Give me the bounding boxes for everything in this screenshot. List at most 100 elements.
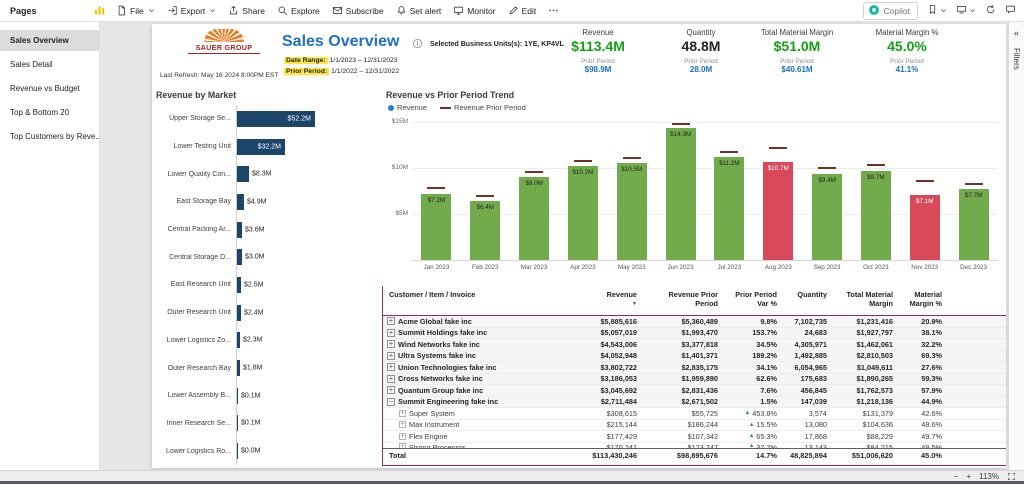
market-revenue-bar[interactable] — [237, 332, 240, 349]
sidebar-item-top-customers-by-reve[interactable]: Top Customers by Reve... — [0, 126, 99, 147]
fit-to-page-icon[interactable] — [1007, 472, 1016, 481]
date-range-line: Date Range: 1/1/2023 – 12/31/2023 — [284, 57, 398, 64]
market-revenue-bar[interactable] — [237, 221, 242, 238]
table-row-super-system[interactable]: + Super System $308,615 $55,725 ▲ 453.8% 3,574… — [383, 408, 1006, 420]
market-revenue-bar[interactable] — [237, 276, 241, 293]
menu-share[interactable]: Share — [222, 2, 271, 19]
table-row-union-technologies-fake-inc[interactable]: + Union Technologies fake inc $3,802,722 $2… — [383, 362, 1006, 374]
market-revenue-bar[interactable] — [237, 387, 238, 404]
menu-export[interactable]: Export — [161, 2, 223, 19]
market-revenue-bar[interactable] — [237, 304, 241, 321]
menu-subscribe[interactable]: Subscribe — [326, 2, 390, 19]
x-axis-label: Aug 2023 — [764, 264, 792, 271]
revenue-column[interactable] — [567, 166, 598, 260]
column-data-label: $9.0M — [525, 180, 543, 187]
gridline — [412, 168, 998, 169]
expand-icon[interactable]: + — [387, 386, 395, 395]
bookmark-button[interactable] — [927, 2, 947, 20]
view-button[interactable] — [956, 2, 976, 20]
column-header-revenue[interactable]: Revenue — [587, 290, 637, 299]
more-options-button[interactable] — [542, 2, 565, 19]
info-icon[interactable] — [412, 38, 423, 49]
market-revenue-bar[interactable] — [237, 193, 244, 210]
revenue-column[interactable] — [763, 162, 794, 260]
kpi-quantity: Quantity 48.8M Prior Period 28.0M — [653, 28, 749, 74]
cell-material-margin-pct: 38.1% — [921, 328, 942, 338]
refresh-button[interactable] — [985, 2, 996, 20]
menu-monitor[interactable]: Monitor — [447, 2, 501, 19]
table-row-wind-networks-fake-inc[interactable]: + Wind Networks fake inc $4,543,006 $3,377,… — [383, 339, 1006, 351]
sidebar-item-sales-overview[interactable]: Sales Overview — [0, 30, 99, 51]
table-row-cross-networks-fake-inc[interactable]: + Cross Networks fake inc $3,186,053 $1,959… — [383, 373, 1006, 385]
menu-label: Export — [180, 5, 206, 16]
row-name: Union Technologies fake inc — [398, 362, 497, 372]
column-header-material-margin[interactable]: Material Margin % — [894, 290, 942, 308]
market-row: Upper Storage Se... $52.2M — [152, 105, 380, 133]
table-row-flex-engine[interactable]: + Flex Engine $177,429 $107,342 ▲ 65.3% 17,868… — [383, 431, 1006, 443]
cell-total-material-margin: $84,215 — [866, 442, 893, 449]
kpi-prior-label: Prior Period — [780, 58, 814, 65]
market-category-label: Central Packing Ar... — [167, 226, 231, 234]
cell-revenue-prior: $123,747 — [687, 442, 718, 449]
table-row-quantum-group-fake-inc[interactable]: + Quantum Group fake inc $3,045,692 $2,831,… — [383, 385, 1006, 397]
expand-icon[interactable]: + — [399, 432, 406, 440]
market-revenue-bar[interactable] — [237, 443, 238, 460]
column-header-total-material-margin[interactable]: Total Material Margin — [835, 290, 894, 308]
menu-file[interactable]: File — [110, 2, 161, 19]
column-header-quantity[interactable]: Quantity — [783, 290, 827, 299]
column-header-customer-item-invoice[interactable]: Customer / Item / Invoice — [389, 290, 475, 299]
sidebar-item-top-bottom-20[interactable]: Top & Bottom 20 — [0, 102, 99, 123]
expand-icon[interactable]: + — [387, 363, 395, 372]
collapse-icon[interactable]: − — [387, 397, 395, 406]
copilot-button[interactable]: Copilot — [862, 1, 918, 20]
revenue-column[interactable] — [812, 174, 843, 260]
expand-icon[interactable]: + — [387, 317, 395, 326]
zoom-in-button[interactable]: + — [966, 472, 971, 481]
revenue-column[interactable] — [714, 157, 745, 260]
menu-edit[interactable]: Edit — [502, 2, 543, 19]
zoom-level[interactable]: 113% — [979, 472, 999, 481]
filters-pane-label: Filters — [1012, 48, 1021, 70]
x-axis-label: Jan 2023 — [423, 264, 450, 271]
table-row-acme-global-fake-inc[interactable]: + Acme Global fake inc $5,885,616 $5,360,48… — [383, 316, 1006, 328]
revenue-column[interactable] — [616, 163, 647, 260]
sidebar-item-sales-detail[interactable]: Sales Detail — [0, 54, 99, 75]
column-header-prior-period-var[interactable]: Prior Period Var % — [725, 290, 777, 308]
market-revenue-bar[interactable] — [237, 249, 242, 266]
expand-icon[interactable]: + — [387, 328, 395, 337]
market-revenue-bar[interactable] — [237, 415, 238, 432]
market-revenue-bar[interactable] — [237, 360, 240, 377]
table-row-max-instrument[interactable]: + Max Instrument $215,144 $186,244 ▲ 15.5% 13,… — [383, 419, 1006, 431]
comments-button[interactable] — [1005, 2, 1016, 20]
cell-quantity: 7,102,735 — [794, 316, 827, 326]
zoom-out-button[interactable]: − — [954, 472, 959, 481]
revenue-column[interactable] — [958, 189, 989, 260]
expand-icon[interactable]: + — [399, 409, 406, 417]
expand-icon[interactable]: + — [399, 421, 406, 429]
expand-icon[interactable]: + — [387, 351, 395, 360]
cell-revenue-prior: $2,835,175 — [681, 362, 718, 372]
expand-filters-button[interactable]: « — [1009, 28, 1024, 38]
menu-set-alert[interactable]: Set alert — [390, 2, 448, 19]
column-header-revenue-prior-period[interactable]: Revenue Prior Period — [660, 290, 718, 308]
table-row-ultra-systems-fake-inc[interactable]: + Ultra Systems fake inc $4,052,948 $1,401,… — [383, 350, 1006, 362]
table-row-summit-holdings-fake-inc[interactable]: + Summit Holdings fake inc $5,057,019 $1,99… — [383, 327, 1006, 339]
market-row: East Research Unit $2.5M — [152, 271, 380, 299]
cell-material-margin-pct: 69.3% — [921, 351, 942, 361]
revenue-column[interactable] — [519, 177, 550, 260]
sidebar-item-revenue-vs-budget[interactable]: Revenue vs Budget — [0, 78, 99, 99]
cell-var-pct: ▲ 37.7% — [748, 442, 777, 449]
market-revenue-bar[interactable] — [237, 166, 249, 183]
toolbar-menu: File Export Share Explore Subscribe Set alert… — [110, 2, 565, 19]
x-axis-label: Mar 2023 — [520, 264, 548, 271]
revenue-column[interactable] — [665, 128, 696, 260]
revenue-column[interactable] — [860, 171, 891, 260]
cell-quantity: 4,305,971 — [794, 339, 827, 349]
up-arrow-icon: ▲ — [744, 410, 751, 417]
power-bi-logo-icon[interactable] — [94, 5, 105, 16]
expand-icon[interactable]: + — [387, 340, 395, 349]
menu-explore[interactable]: Explore — [271, 2, 326, 19]
table-row-summit-engineering-fake-inc[interactable]: − Summit Engineering fake inc $2,711,484 $2… — [383, 396, 1006, 408]
kpi-prior-value: $40.61M — [781, 65, 813, 74]
expand-icon[interactable]: + — [387, 374, 395, 383]
